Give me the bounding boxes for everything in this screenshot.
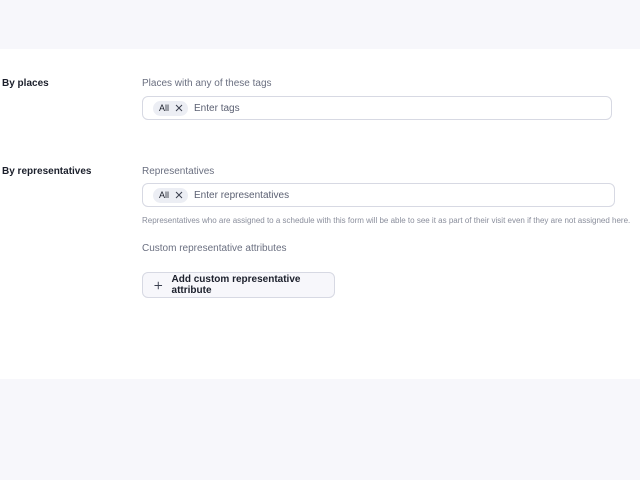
representatives-field-label: Representatives xyxy=(142,166,215,177)
chip-label: All xyxy=(159,103,170,113)
section-label-places: By places xyxy=(2,78,49,89)
add-custom-attribute-label: Add custom representative attribute xyxy=(171,274,301,296)
bottom-band xyxy=(0,379,640,480)
places-input-placeholder[interactable]: Enter tags xyxy=(194,103,240,114)
places-chip-all: All xyxy=(153,100,189,116)
representatives-helper-text: Representatives who are assigned to a sc… xyxy=(142,216,631,225)
representatives-tag-input[interactable]: All Enter representatives xyxy=(142,183,615,207)
chip-label: All xyxy=(159,190,170,200)
representatives-chip-all: All xyxy=(153,187,189,203)
page: By places Places with any of these tags … xyxy=(0,0,640,480)
add-custom-attribute-button[interactable]: Add custom representative attribute xyxy=(142,272,335,298)
close-icon[interactable] xyxy=(175,191,183,199)
plus-icon xyxy=(154,281,163,289)
custom-attributes-label: Custom representative attributes xyxy=(142,243,287,254)
representatives-input-placeholder[interactable]: Enter representatives xyxy=(194,190,289,201)
places-tag-input[interactable]: All Enter tags xyxy=(142,96,612,120)
places-field-label: Places with any of these tags xyxy=(142,78,272,89)
close-icon[interactable] xyxy=(175,104,183,112)
top-band xyxy=(0,0,640,49)
section-label-representatives: By representatives xyxy=(2,166,92,177)
